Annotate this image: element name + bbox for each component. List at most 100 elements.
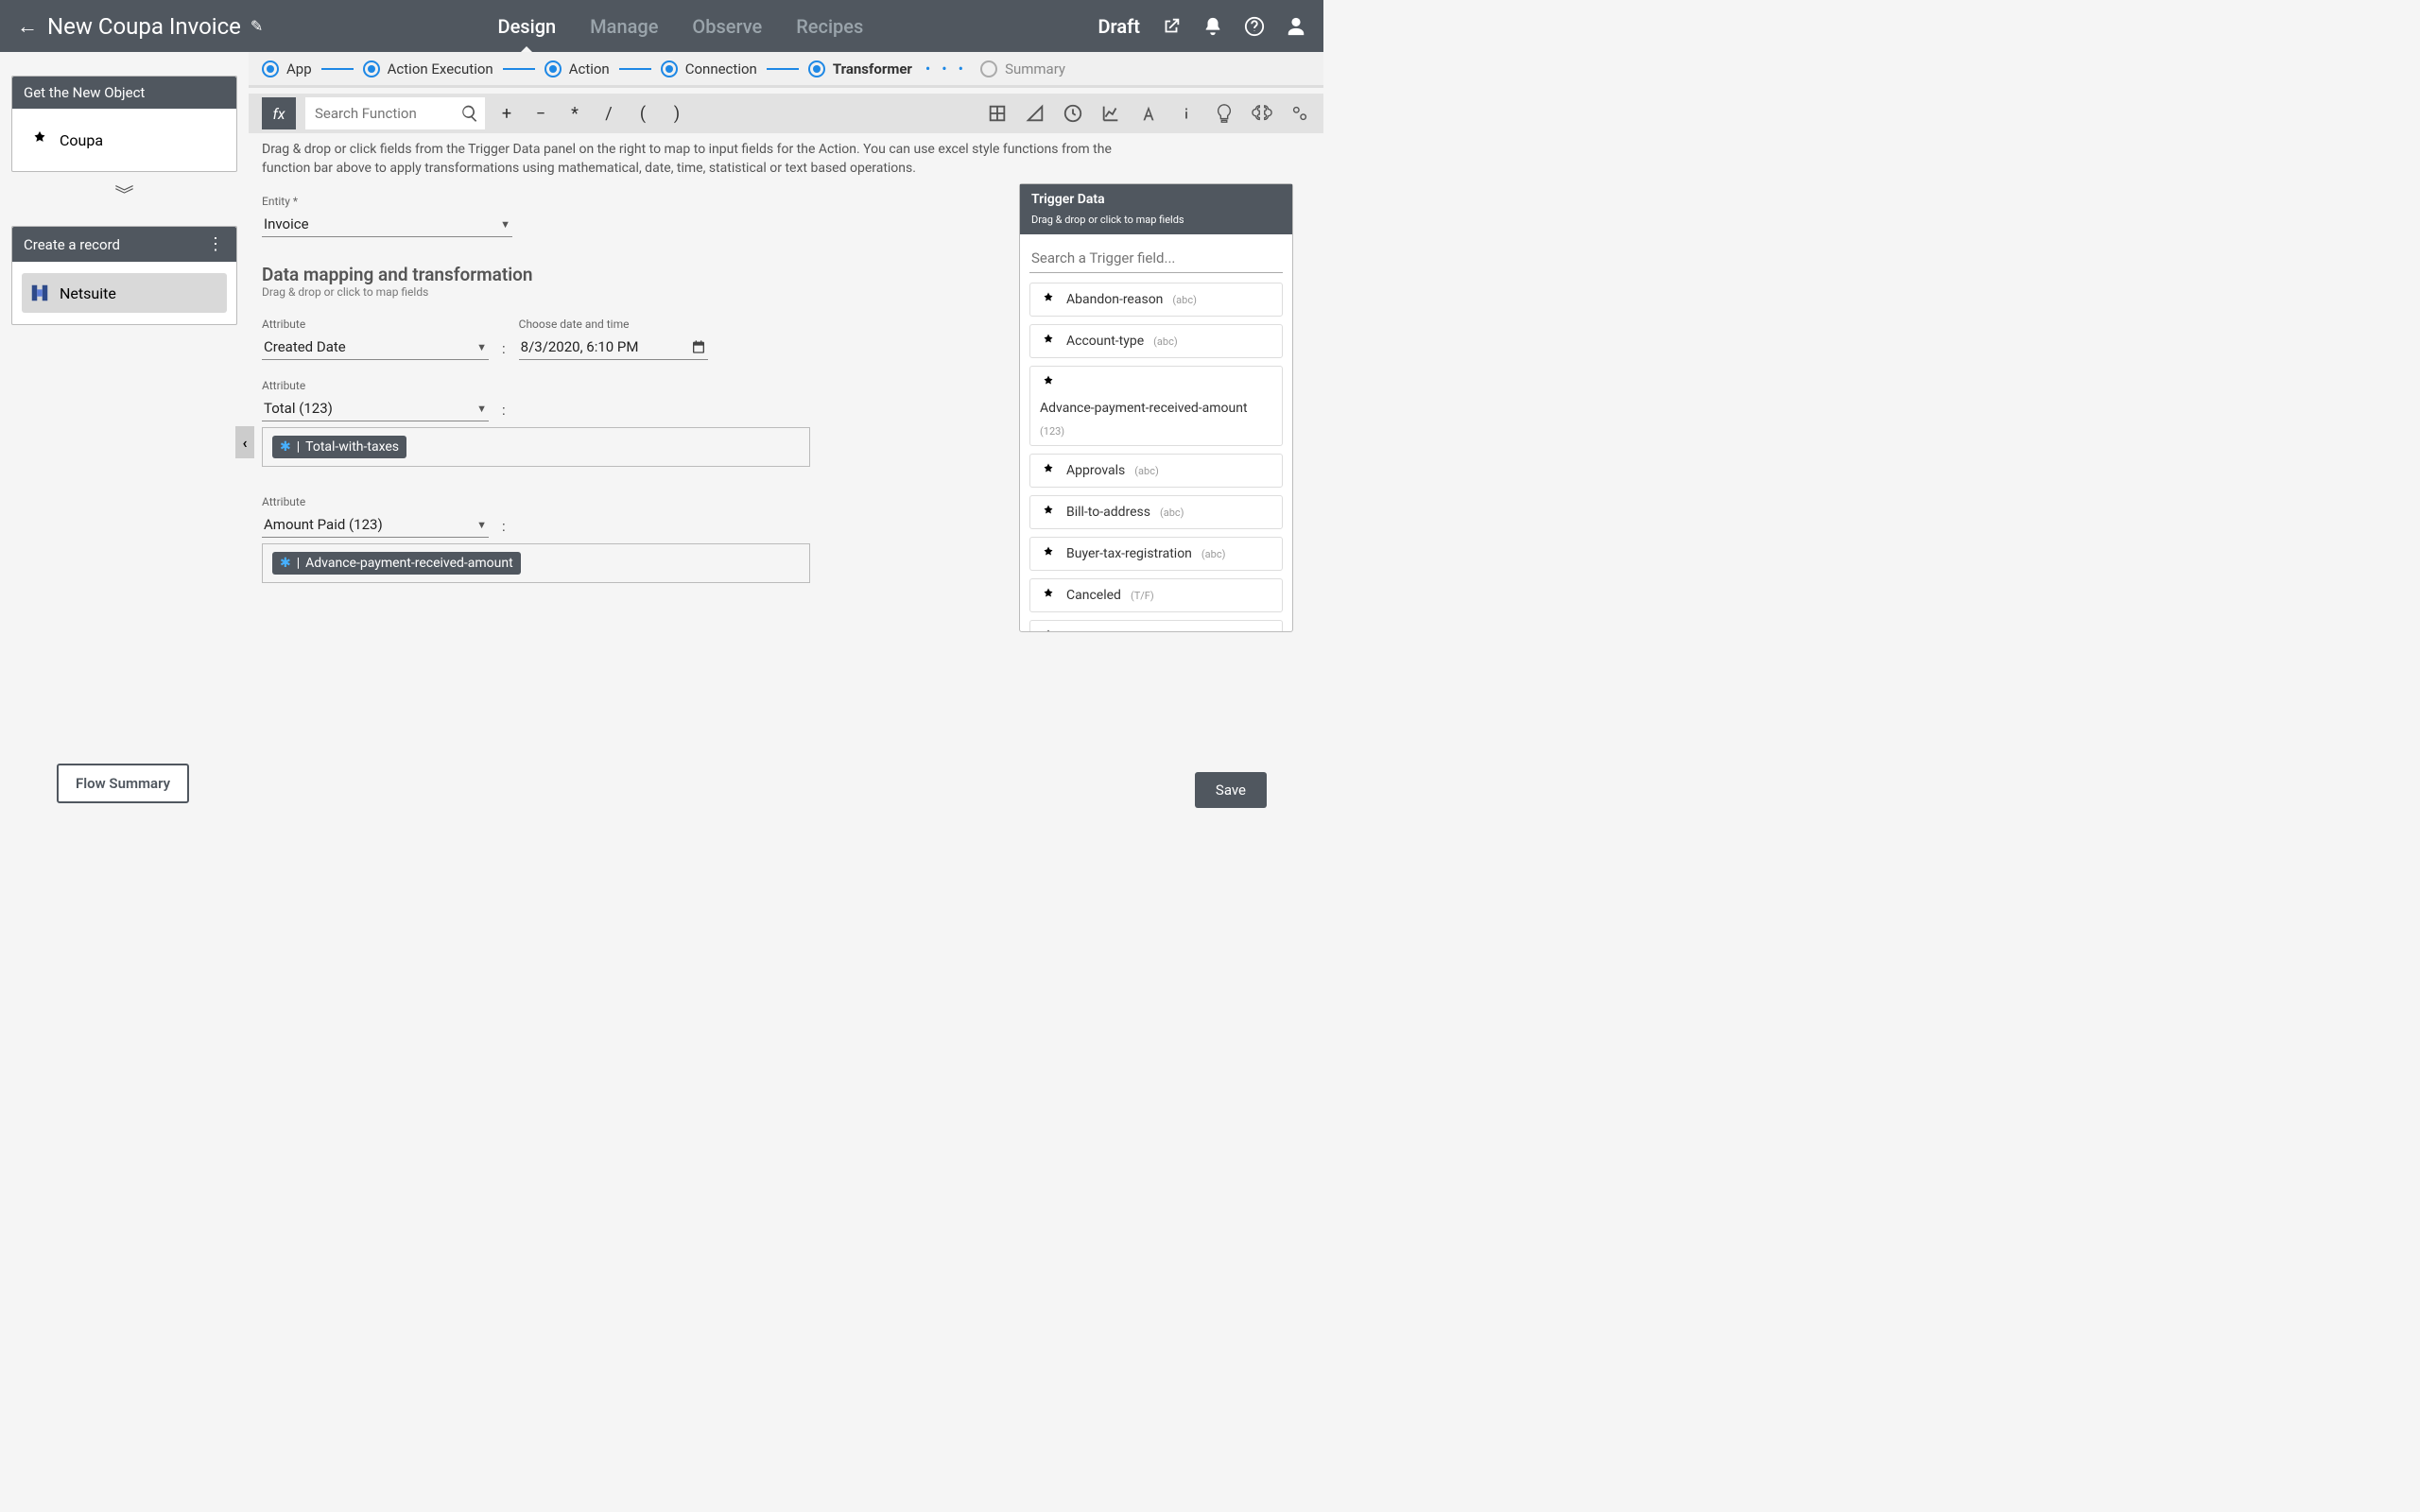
attr-label: Attribute	[262, 318, 489, 331]
user-icon[interactable]	[1286, 16, 1306, 37]
trigger-field-item[interactable]: Canceled (T/F)	[1029, 578, 1283, 612]
gears-icon[interactable]	[1289, 103, 1310, 124]
tab-recipes[interactable]: Recipes	[796, 15, 863, 38]
flow-sidebar: Get the New Object Coupa ︾ Create a reco…	[0, 52, 249, 827]
trigger-field-item[interactable]: Abandon-reason (abc)	[1029, 283, 1283, 317]
step-summary[interactable]: Summary	[980, 60, 1065, 77]
op-paren-close[interactable]: )	[665, 104, 689, 124]
trigger-field-name: Canceled	[1066, 588, 1121, 603]
trigger-field-item[interactable]: Bill-to-address(abc)	[1029, 495, 1283, 529]
colon-icon: :	[502, 379, 506, 419]
brain-icon[interactable]	[1252, 103, 1272, 124]
trigger-field-name: Approvals	[1066, 463, 1125, 478]
colon-icon: :	[502, 318, 506, 357]
netsuite-icon	[29, 283, 50, 303]
step-title: Create a record	[24, 236, 120, 253]
connector-chip-coupa[interactable]: Coupa	[22, 120, 227, 160]
wizard-stepper: App Action Execution Action Connection T…	[249, 52, 1323, 88]
fx-icon[interactable]: fx	[262, 97, 296, 129]
external-link-icon[interactable]	[1161, 16, 1182, 37]
trigger-field-item[interactable]: Advance-payment-received-amount (123)	[1029, 366, 1283, 446]
app-header: ← New Coupa Invoice ✎ Design Manage Obse…	[0, 0, 1323, 52]
math-icon[interactable]	[987, 103, 1008, 124]
edit-title-icon[interactable]: ✎	[251, 17, 263, 35]
attr-select[interactable]: Amount Paid (123)▼	[262, 512, 489, 538]
top-tabs: Design Manage Observe Recipes	[263, 15, 1098, 38]
lightbulb-icon[interactable]	[1214, 103, 1235, 124]
attr-label: Attribute	[262, 379, 489, 392]
collapse-sidebar-handle[interactable]: ‹	[235, 426, 254, 458]
trigger-field-type: (123)	[1040, 425, 1064, 438]
trigger-field-type: (T/F)	[1131, 590, 1154, 602]
info-icon[interactable]	[1176, 103, 1197, 124]
step-connection[interactable]: Connection	[661, 60, 757, 77]
step-action[interactable]: Action	[544, 60, 610, 77]
help-icon[interactable]	[1244, 16, 1265, 37]
coupa-token-icon: ✱	[280, 556, 291, 571]
tab-manage[interactable]: Manage	[590, 15, 658, 38]
trigger-field-name: Advance-payment-received-amount	[1040, 401, 1248, 416]
back-arrow-icon[interactable]: ←	[17, 14, 38, 39]
expression-input[interactable]: ✱|Advance-payment-received-amount	[262, 543, 810, 583]
coupa-icon	[29, 129, 50, 150]
coupa-icon	[1040, 628, 1057, 631]
attr-select[interactable]: Created Date▼	[262, 335, 489, 360]
step-card-trigger[interactable]: Get the New Object Coupa	[11, 76, 237, 172]
attr-label: Attribute	[262, 495, 489, 508]
angle-icon[interactable]	[1025, 103, 1046, 124]
step-title: Get the New Object	[24, 84, 145, 101]
trigger-field-item[interactable]: Account-type(abc)	[1029, 324, 1283, 358]
op-minus[interactable]: −	[528, 104, 553, 124]
connector-label: Coupa	[60, 131, 103, 149]
search-icon[interactable]	[460, 104, 479, 123]
step-action-execution[interactable]: Action Execution	[363, 60, 493, 77]
tab-observe[interactable]: Observe	[692, 15, 762, 38]
coupa-icon	[1040, 504, 1057, 521]
op-plus[interactable]: +	[494, 104, 519, 124]
entity-field[interactable]: Entity * Invoice▼	[262, 195, 512, 237]
trigger-field-item[interactable]: Buyer-tax-registration(abc)	[1029, 537, 1283, 571]
op-multiply[interactable]: *	[562, 104, 587, 124]
trigger-field-type: (abc)	[1201, 548, 1226, 560]
function-search-input[interactable]	[305, 97, 485, 129]
trigger-field-type: (abc)	[1160, 507, 1184, 519]
trigger-field-name: Account-type	[1066, 334, 1144, 349]
date-input[interactable]: 8/3/2020, 6:10 PM	[519, 335, 708, 360]
chevron-down-icon: ▼	[500, 218, 510, 231]
coupa-icon	[1040, 545, 1057, 562]
connector-label: Netsuite	[60, 284, 116, 302]
trigger-field-item[interactable]: Approvals (abc)	[1029, 454, 1283, 488]
expression-input[interactable]: ✱|Total-with-taxes	[262, 427, 810, 467]
chart-icon[interactable]	[1100, 103, 1121, 124]
trigger-field-type: (abc)	[1134, 465, 1159, 477]
trigger-field-name: Abandon-reason	[1066, 292, 1163, 307]
bell-icon[interactable]	[1202, 16, 1223, 37]
coupa-icon	[1040, 291, 1057, 308]
step-transformer[interactable]: Transformer	[808, 60, 912, 77]
tab-design[interactable]: Design	[498, 15, 557, 38]
main-panel: App Action Execution Action Connection T…	[249, 52, 1323, 827]
connector-chip-netsuite[interactable]: Netsuite	[22, 273, 227, 313]
status-badge: Draft	[1098, 15, 1140, 38]
trigger-data-panel: Trigger Data Drag & drop or click to map…	[1019, 183, 1293, 632]
field-token: ✱|Advance-payment-received-amount	[272, 552, 521, 575]
text-icon[interactable]	[1138, 103, 1159, 124]
trigger-field-type: (abc)	[1172, 294, 1197, 306]
clock-icon[interactable]	[1063, 103, 1083, 124]
trigger-field-item[interactable]: Cash-accounting-scheme-reference(abc)	[1029, 620, 1283, 631]
step-app[interactable]: App	[262, 60, 312, 77]
page-title: New Coupa Invoice	[47, 13, 241, 40]
flow-summary-button[interactable]: Flow Summary	[57, 764, 189, 803]
entity-value: Invoice	[264, 215, 309, 232]
coupa-icon	[1040, 462, 1057, 479]
step-card-action[interactable]: Create a record ⋮ Netsuite	[11, 226, 237, 325]
op-divide[interactable]: /	[596, 104, 621, 124]
step-menu-icon[interactable]: ⋮	[207, 234, 225, 254]
calendar-icon[interactable]	[691, 339, 706, 354]
field-token: ✱|Total-with-taxes	[272, 436, 406, 458]
save-button[interactable]: Save	[1195, 772, 1267, 808]
function-bar: fx + − * / ( )	[249, 94, 1323, 133]
trigger-search-input[interactable]	[1029, 244, 1283, 273]
attr-select[interactable]: Total (123)▼	[262, 396, 489, 421]
op-paren-open[interactable]: (	[631, 104, 655, 124]
